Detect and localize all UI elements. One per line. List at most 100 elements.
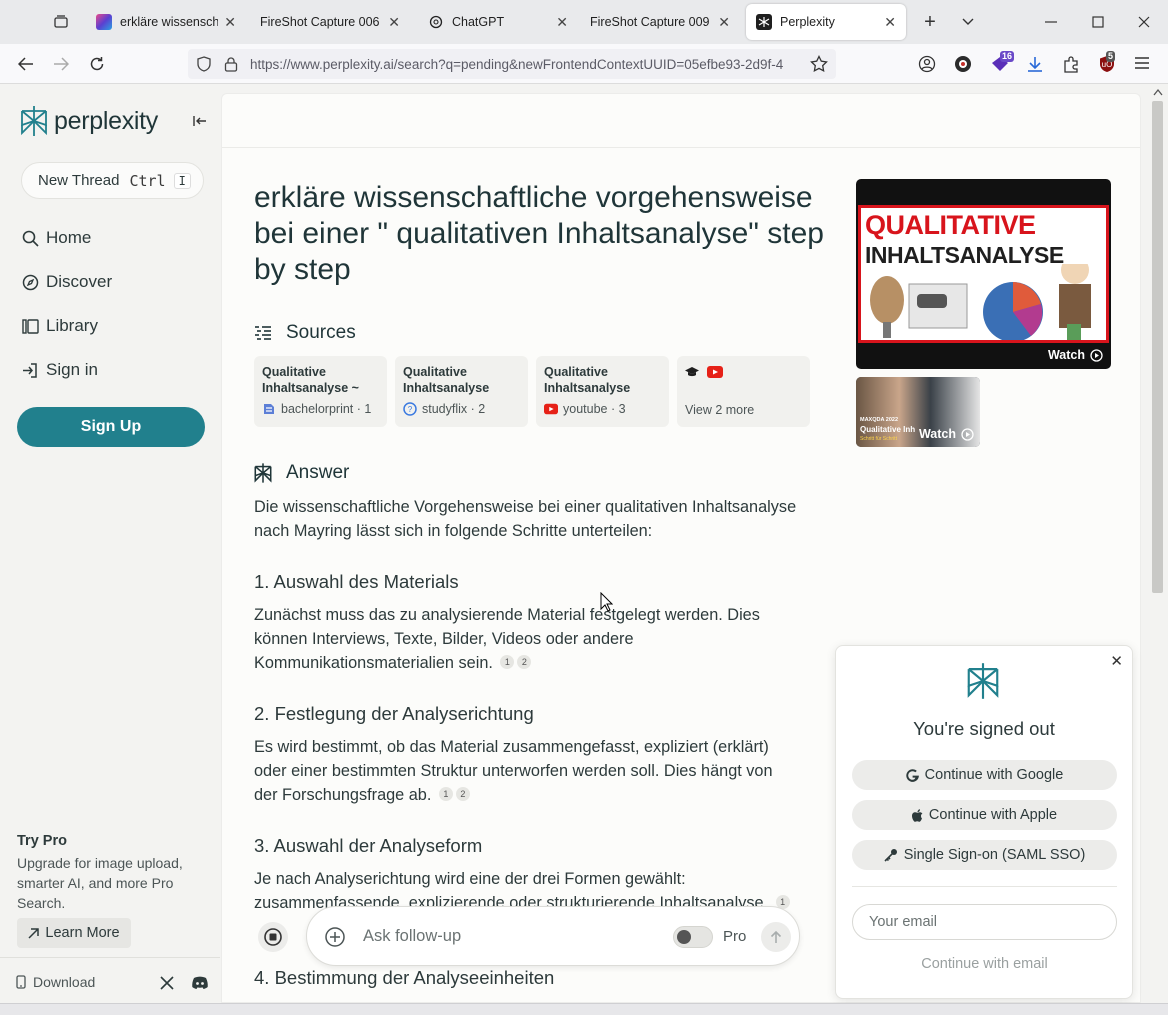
privacy-extension-icon[interactable] [954, 55, 972, 76]
answer-heading: Answer [254, 462, 349, 484]
tab-close-icon[interactable]: ✕ [718, 14, 730, 31]
close-window-button[interactable] [1124, 8, 1164, 36]
page-scrollbar[interactable] [1148, 85, 1168, 1003]
browser-tab[interactable]: erkläre wissenschaftli ✕ [86, 4, 246, 40]
source-card[interactable]: Qualitative Inhaltsanalyse nac... youtub… [536, 356, 669, 427]
tab-overflow-chevron-icon[interactable] [948, 8, 988, 36]
stop-icon [264, 928, 282, 946]
browser-tab[interactable]: FireShot Capture 009 - C ✕ [580, 4, 740, 40]
browser-tab[interactable]: ChatGPT ✕ [418, 4, 578, 40]
ublock-icon[interactable]: uO 5 [1098, 51, 1116, 76]
download-icon[interactable] [1026, 55, 1044, 76]
step-title: 4. Bestimmung der Analyseeinheiten [254, 967, 555, 988]
citation-badge[interactable]: 1 [500, 655, 515, 669]
tab-list-button[interactable] [44, 8, 78, 36]
sso-button[interactable]: Single Sign-on (SAML SSO) [852, 840, 1117, 870]
sidebar-item-library[interactable]: Library [22, 312, 98, 340]
browser-tab-active[interactable]: Perplexity ✕ [746, 4, 906, 40]
tab-close-icon[interactable]: ✕ [884, 14, 896, 31]
tab-title: erkläre wissenschaftli [120, 15, 219, 29]
forward-arrow-icon[interactable] [47, 52, 75, 76]
sidebar-item-home[interactable]: Home [22, 224, 91, 252]
collapse-sidebar-icon[interactable] [190, 111, 210, 131]
continue-with-google-button[interactable]: Continue with Google [852, 760, 1117, 790]
video-thumbnail-secondary[interactable]: MAXQDA 2022 Qualitative Inh Schritt für … [856, 377, 980, 447]
learn-more-button[interactable]: Learn More [17, 918, 131, 948]
step-text: Es wird bestimmt, ob das Material zusamm… [254, 735, 799, 807]
sidebar-item-discover[interactable]: Discover [22, 268, 112, 296]
url-text[interactable]: https://www.perplexity.ai/search?q=pendi… [250, 57, 810, 72]
video-thumbnail-image: QUALITATIVE INHALTSANALYSE [858, 205, 1109, 343]
new-tab-button[interactable]: + [910, 8, 950, 36]
scroll-thumb[interactable] [1152, 101, 1163, 593]
continue-with-apple-button[interactable]: Continue with Apple [852, 800, 1117, 830]
maximize-button[interactable] [1078, 8, 1118, 36]
citation-badge[interactable]: 1 [438, 787, 453, 801]
step-title: 2. Festlegung der Analyserichtung [254, 703, 534, 724]
google-icon [905, 768, 919, 782]
send-button[interactable] [761, 922, 791, 952]
logo-text: perplexity [54, 106, 158, 135]
stop-button[interactable] [258, 922, 288, 952]
follow-up-input[interactable]: Ask follow-up [363, 927, 461, 946]
tab-close-icon[interactable]: ✕ [556, 14, 568, 31]
perplexity-logo-icon [21, 106, 47, 136]
source-title: Qualitative Inhaltsanalyse nac... [403, 365, 490, 395]
extension-icon[interactable]: 16 [990, 51, 1015, 76]
sidebar-item-sign-in[interactable]: Sign in [22, 356, 98, 384]
extensions-puzzle-icon[interactable] [1062, 55, 1080, 76]
lock-icon[interactable] [224, 56, 238, 75]
os-taskbar [0, 1003, 1168, 1015]
key-icon [884, 848, 898, 862]
bookmark-star-icon[interactable] [810, 55, 828, 76]
discord-icon[interactable] [191, 976, 209, 993]
pro-toggle[interactable] [673, 926, 713, 948]
browser-tab[interactable]: FireShot Capture 006 - e ✕ [250, 4, 410, 40]
view-more-sources-card[interactable]: View 2 more [677, 356, 810, 427]
studyflix-icon: ? [403, 402, 417, 416]
youtube-icon [707, 366, 723, 378]
source-card[interactable]: Qualitative Inhaltsanalyse nac... ? stud… [395, 356, 528, 427]
citation-badge[interactable]: 2 [517, 655, 532, 669]
answer-intro: Die wissenschaftliche Vorgehensweise bei… [254, 498, 797, 540]
reload-icon[interactable] [83, 52, 111, 76]
shortcut-key: I [173, 172, 191, 189]
source-site: studyflix [422, 402, 468, 416]
learn-more-label: Learn More [45, 925, 120, 941]
minimize-button[interactable] [1031, 8, 1071, 36]
perplexity-logo[interactable]: perplexity [20, 105, 158, 137]
graduation-cap-icon [685, 366, 699, 378]
tab-favicon-icon [96, 14, 112, 30]
address-bar[interactable]: https://www.perplexity.ai/search?q=pendi… [188, 49, 836, 79]
email-field[interactable]: Your email [852, 904, 1117, 940]
continue-with-email-button[interactable]: Continue with email [852, 956, 1117, 972]
back-arrow-icon[interactable] [12, 52, 40, 76]
attach-plus-icon[interactable] [325, 927, 345, 950]
citation-badge[interactable]: 2 [455, 787, 470, 801]
download-app-link[interactable]: Download [16, 974, 95, 990]
sign-up-button[interactable]: Sign Up [17, 407, 205, 447]
close-popup-icon[interactable]: ✕ [1110, 652, 1123, 670]
source-card[interactable]: Qualitative Inhaltsanalyse ~ In... bache… [254, 356, 387, 427]
browser-tab-bar: erkläre wissenschaftli ✕ FireShot Captur… [0, 0, 1168, 44]
account-icon[interactable] [918, 55, 936, 76]
shield-icon[interactable] [196, 56, 212, 75]
browser-nav-bar: https://www.perplexity.ai/search?q=pendi… [0, 44, 1168, 84]
device-icon [16, 975, 26, 989]
watch-button[interactable]: Watch [1048, 348, 1103, 362]
tab-close-icon[interactable]: ✕ [224, 14, 236, 31]
video-thumbnail-main[interactable]: QUALITATIVE INHALTSANALYSE Watch [856, 179, 1111, 369]
view-more-label: View 2 more [685, 403, 755, 417]
new-thread-button[interactable]: New Thread Ctrl I [21, 162, 204, 199]
extension-badge: 16 [1000, 51, 1015, 62]
tab-close-icon[interactable]: ✕ [388, 14, 400, 31]
perplexity-logo-icon [966, 662, 1000, 703]
sign-in-icon [22, 362, 42, 379]
shortcut-ctrl: Ctrl [129, 171, 166, 190]
menu-hamburger-icon[interactable] [1134, 56, 1150, 73]
watch-button[interactable]: Watch [919, 427, 974, 441]
tab-list-icon [54, 15, 68, 28]
youtube-icon [544, 402, 558, 416]
x-twitter-icon[interactable] [160, 976, 174, 993]
source-meta: youtube · 3 [544, 402, 661, 416]
